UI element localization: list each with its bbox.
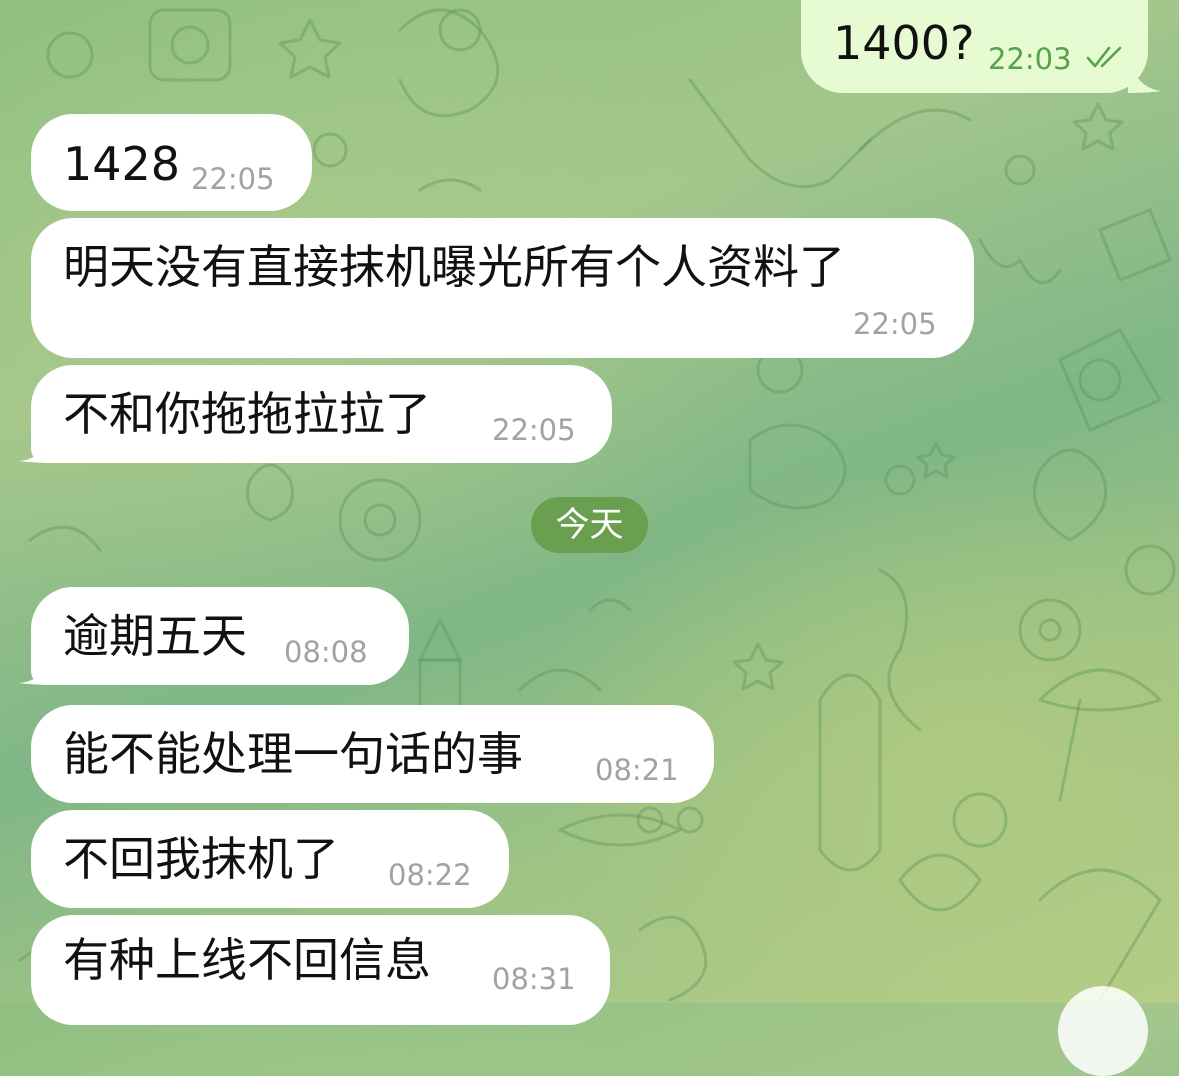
message-time: 08:31 — [492, 962, 576, 996]
message-text: 不和你拖拖拉拉了 — [63, 387, 431, 441]
bubble-tail — [19, 651, 55, 685]
message-text: 有种上线不回信息 — [63, 933, 431, 987]
message-bubble-incoming[interactable]: 不回我抹机了 08:22 — [31, 810, 509, 908]
message-time: 22:05 — [191, 162, 275, 196]
message-time: 22:03 — [988, 42, 1072, 76]
message-text: 1400? — [833, 16, 975, 70]
bubble-tail — [1128, 59, 1162, 93]
message-time: 08:22 — [388, 858, 472, 892]
message-bubble-incoming[interactable]: 有种上线不回信息 08:31 — [31, 915, 610, 1025]
message-time: 22:05 — [853, 307, 937, 341]
message-bubble-incoming[interactable]: 能不能处理一句话的事 08:21 — [31, 705, 714, 803]
message-text: 能不能处理一句话的事 — [63, 727, 523, 781]
chat-area[interactable]: 1400? 22:03 1428 22:05 明天没有直接抹机曝光所有个人资料了… — [0, 0, 1179, 1076]
message-text: 不回我抹机了 — [63, 832, 339, 886]
message-bubble-incoming[interactable]: 不和你拖拖拉拉了 22:05 — [31, 365, 612, 463]
message-bubble-incoming[interactable]: 明天没有直接抹机曝光所有个人资料了 22:05 — [31, 218, 974, 358]
bubble-tail — [19, 429, 55, 463]
scroll-down-button[interactable] — [1058, 986, 1148, 1076]
message-text: 明天没有直接抹机曝光所有个人资料了 — [63, 240, 845, 294]
message-text: 逾期五天 — [63, 609, 247, 663]
message-time: 08:21 — [595, 753, 679, 787]
message-bubble-incoming[interactable]: 逾期五天 08:08 — [31, 587, 409, 685]
message-time: 08:08 — [284, 635, 368, 669]
read-checkmarks-icon — [1086, 46, 1122, 68]
message-bubble-outgoing[interactable]: 1400? 22:03 — [801, 0, 1148, 93]
date-separator: 今天 — [531, 497, 648, 553]
message-time: 22:05 — [492, 413, 576, 447]
message-text: 1428 — [63, 137, 181, 191]
message-bubble-incoming[interactable]: 1428 22:05 — [31, 114, 312, 211]
